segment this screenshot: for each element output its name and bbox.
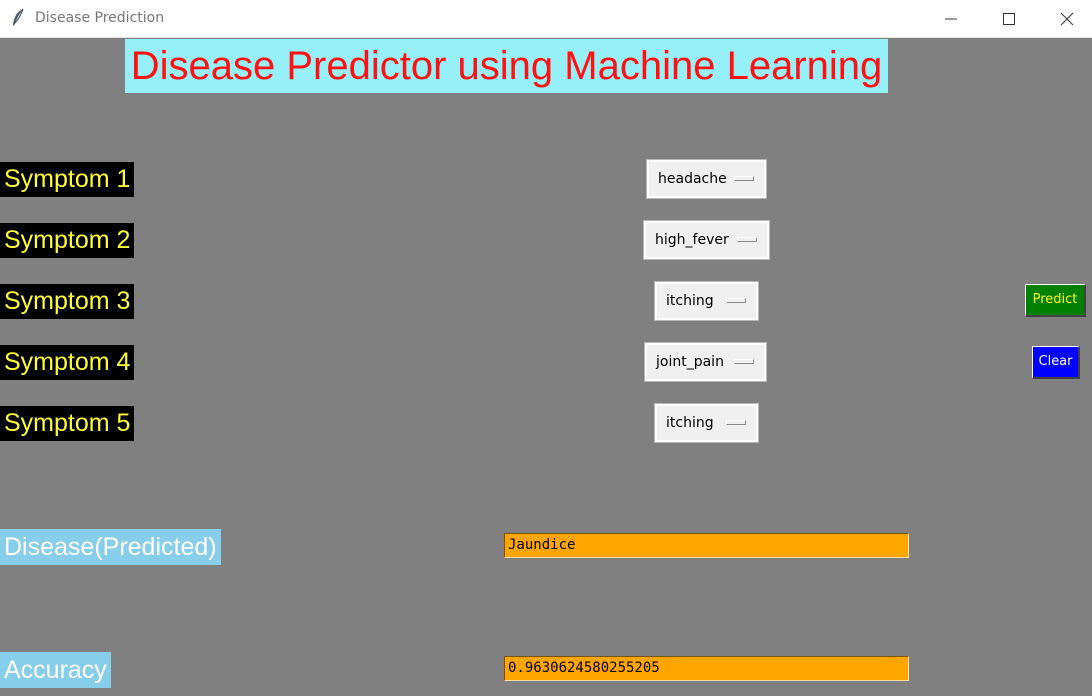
dropdown-indicator-icon (726, 420, 746, 425)
symptom-2-dropdown[interactable]: high_fever (643, 220, 770, 260)
symptom-1-label: Symptom 1 (0, 162, 135, 197)
accuracy-label: Accuracy (0, 652, 111, 688)
symptom-5-dropdown[interactable]: itching (654, 403, 759, 443)
disease-predicted-field[interactable]: Jaundice (504, 533, 909, 558)
symptom-2-label: Symptom 2 (0, 223, 135, 258)
app-window: Disease Prediction Disease Predictor usi… (0, 0, 1092, 696)
feather-icon (10, 8, 26, 28)
symptom-2-value: high_fever (655, 232, 729, 248)
close-button[interactable] (1038, 0, 1092, 38)
predict-button[interactable]: Predict (1025, 284, 1086, 317)
maximize-button[interactable] (980, 0, 1038, 38)
symptom-4-dropdown[interactable]: joint_pain (644, 342, 767, 382)
close-icon (1060, 12, 1074, 26)
symptom-5-label: Symptom 5 (0, 406, 135, 441)
symptom-1-dropdown[interactable]: headache (646, 159, 767, 199)
disease-predicted-label: Disease(Predicted) (0, 529, 221, 565)
symptom-1-value: headache (658, 171, 727, 187)
symptom-4-label: Symptom 4 (0, 345, 135, 380)
clear-button[interactable]: Clear (1032, 346, 1080, 379)
dropdown-indicator-icon (737, 237, 757, 242)
window-title: Disease Prediction (35, 10, 165, 26)
accuracy-field[interactable]: 0.9630624580255205 (504, 656, 909, 681)
dropdown-indicator-icon (734, 176, 754, 181)
dropdown-indicator-icon (734, 359, 754, 364)
symptom-3-value: itching (666, 293, 714, 309)
maximize-icon (1003, 13, 1015, 25)
dropdown-indicator-icon (726, 298, 746, 303)
window-titlebar: Disease Prediction (0, 0, 1092, 38)
minimize-icon (945, 18, 957, 20)
symptom-5-value: itching (666, 415, 714, 431)
symptom-3-dropdown[interactable]: itching (654, 281, 759, 321)
minimize-button[interactable] (922, 0, 980, 38)
page-title: Disease Predictor using Machine Learning (125, 39, 888, 93)
symptom-3-label: Symptom 3 (0, 284, 135, 319)
symptom-4-value: joint_pain (656, 354, 724, 370)
